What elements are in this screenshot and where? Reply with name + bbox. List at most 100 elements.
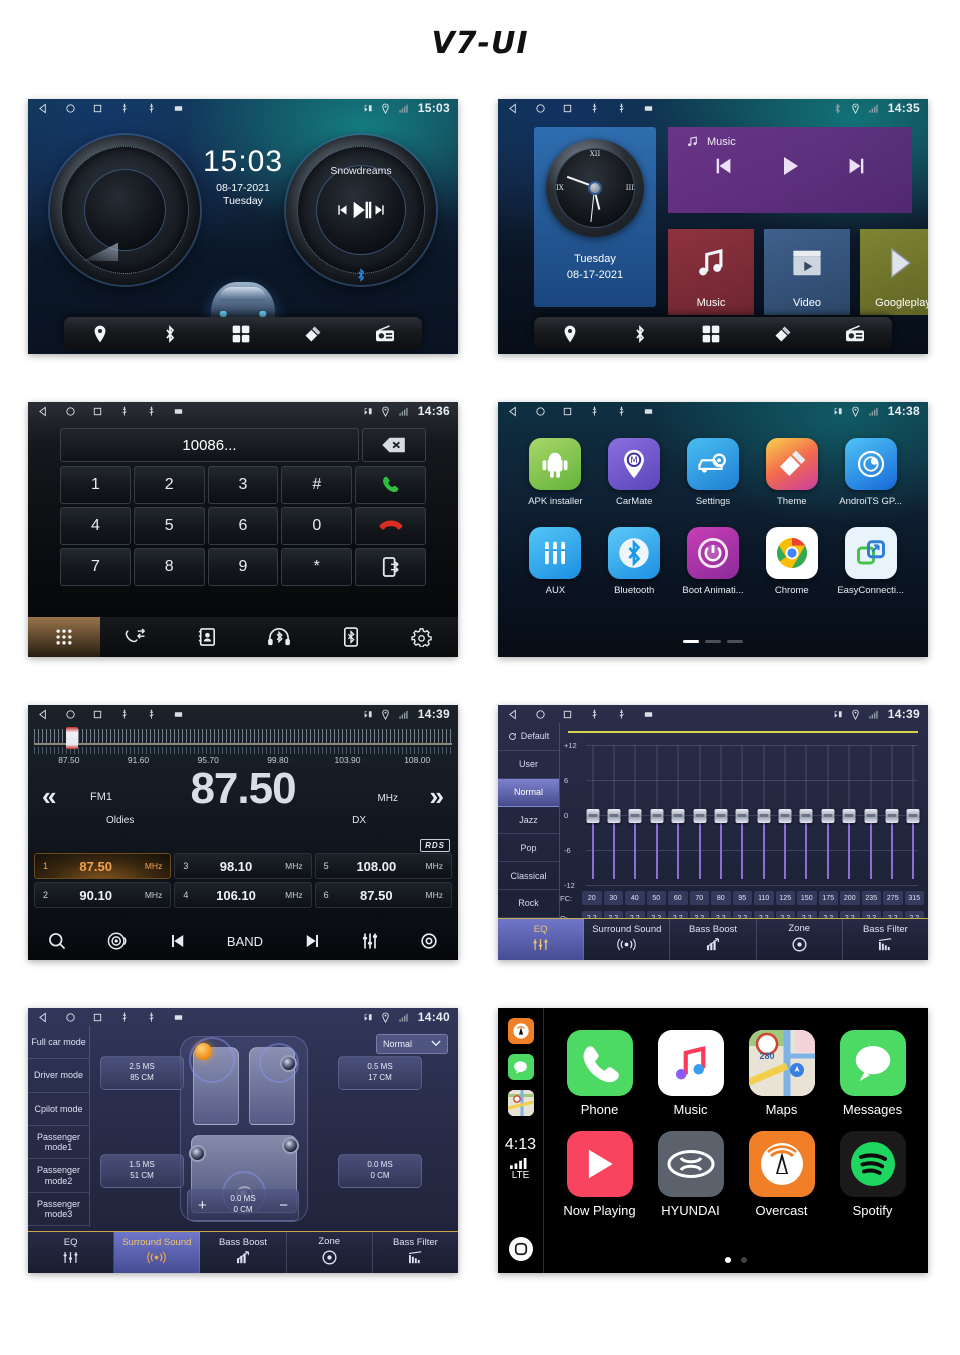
- app-boot-animation[interactable]: Boot Animati...: [674, 527, 753, 596]
- recents-square-icon[interactable]: [92, 709, 103, 720]
- key-9[interactable]: 9: [207, 548, 279, 586]
- fc-cell[interactable]: 200: [840, 891, 860, 905]
- eq-slider[interactable]: [625, 745, 646, 885]
- eq-slider[interactable]: [689, 745, 710, 885]
- tile-googleplay[interactable]: Googleplay: [860, 229, 928, 315]
- tuning-needle[interactable]: [66, 727, 78, 749]
- eq-preset-jazz[interactable]: Jazz: [498, 807, 559, 835]
- music-widget[interactable]: Music: [668, 127, 912, 213]
- fc-cell[interactable]: 50: [646, 891, 666, 905]
- recents-square-icon[interactable]: [562, 709, 573, 720]
- recents-square-icon[interactable]: [92, 103, 103, 114]
- fc-cell[interactable]: 275: [883, 891, 903, 905]
- eq-slider[interactable]: [668, 745, 689, 885]
- navigation-icon[interactable]: [90, 324, 110, 344]
- recents-square-icon[interactable]: [562, 406, 573, 417]
- eq-slider[interactable]: [753, 745, 774, 885]
- eq-preset-user[interactable]: User: [498, 751, 559, 779]
- eq-slider[interactable]: [796, 745, 817, 885]
- analog-clock-widget[interactable]: XII III IX Tuesday 08-17-2021: [534, 127, 656, 307]
- carplay-app-now-playing[interactable]: Now Playing: [554, 1131, 645, 1218]
- carplay-app-phone[interactable]: Phone: [554, 1030, 645, 1117]
- preset-1[interactable]: 1 87.50 MHz: [34, 853, 172, 879]
- messages-mini-icon[interactable]: [507, 1054, 534, 1080]
- navigation-icon[interactable]: [560, 324, 580, 344]
- play-icon[interactable]: [777, 154, 803, 183]
- eq-preset-pop[interactable]: Pop: [498, 834, 559, 863]
- eq-slider[interactable]: [582, 745, 603, 885]
- recents-square-icon[interactable]: [92, 406, 103, 417]
- call-green-icon[interactable]: [355, 466, 426, 504]
- key-0[interactable]: 0: [281, 507, 353, 545]
- page-dot[interactable]: [705, 640, 721, 643]
- back-triangle-icon[interactable]: [38, 1011, 49, 1023]
- band-button[interactable]: BAND: [227, 934, 263, 949]
- delay-rear-right[interactable]: 0.0 MS 0 CM: [338, 1154, 422, 1188]
- mode-driver[interactable]: Driver mode: [28, 1059, 89, 1093]
- preset-select[interactable]: Normal: [376, 1034, 448, 1054]
- fc-cell[interactable]: 60: [668, 891, 688, 905]
- dialed-number-display[interactable]: 10086...: [60, 428, 359, 462]
- eq-slider[interactable]: [710, 745, 731, 885]
- key-5[interactable]: 5: [133, 507, 205, 545]
- key-7[interactable]: 7: [60, 548, 131, 586]
- tab-surround-sound[interactable]: Surround Sound: [114, 1232, 201, 1273]
- eq-slider[interactable]: [903, 745, 924, 885]
- carplay-home-icon[interactable]: [508, 1237, 533, 1261]
- increase-button[interactable]: +: [198, 1197, 207, 1214]
- recents-square-icon[interactable]: [92, 1012, 103, 1023]
- delay-rear-left[interactable]: 1.5 MS 51 CM: [100, 1154, 184, 1188]
- next-track-icon[interactable]: [844, 155, 868, 182]
- back-triangle-icon[interactable]: [38, 102, 49, 114]
- eq-slider[interactable]: [839, 745, 860, 885]
- app-chrome[interactable]: Chrome: [752, 527, 831, 596]
- tab-eq[interactable]: EQ: [498, 919, 585, 960]
- home-circle-icon[interactable]: [535, 709, 546, 720]
- app-settings[interactable]: Settings: [674, 438, 753, 507]
- app-aux[interactable]: AUX: [516, 527, 595, 596]
- overcast-mini-icon[interactable]: [507, 1018, 534, 1044]
- phone-transfer-icon[interactable]: [355, 548, 426, 586]
- key-4[interactable]: 4: [60, 507, 131, 545]
- bluetooth-icon[interactable]: [161, 324, 179, 344]
- tab-surround-sound[interactable]: Surround Sound: [584, 919, 671, 960]
- preset-4[interactable]: 4 106.10 MHz: [174, 882, 312, 908]
- fc-cell[interactable]: 80: [711, 891, 731, 905]
- back-triangle-icon[interactable]: [38, 405, 49, 417]
- next-track-icon[interactable]: [302, 932, 322, 950]
- tab-bass-filter[interactable]: Bass Filter: [843, 919, 928, 960]
- eq-preset-default[interactable]: Default: [498, 723, 559, 751]
- preset-6[interactable]: 6 87.50 MHz: [314, 882, 452, 908]
- home-circle-icon[interactable]: [535, 103, 546, 114]
- equalizer-icon[interactable]: [360, 931, 380, 951]
- app-bluetooth[interactable]: Bluetooth: [595, 527, 674, 596]
- app-carmate[interactable]: M CarMate: [595, 438, 674, 507]
- keypad-tab[interactable]: [28, 617, 100, 657]
- apps-grid-icon[interactable]: [231, 324, 251, 344]
- bt-device-tab[interactable]: [315, 617, 387, 657]
- back-triangle-icon[interactable]: [508, 102, 519, 114]
- fc-cell[interactable]: 70: [689, 891, 709, 905]
- back-triangle-icon[interactable]: [38, 708, 49, 720]
- preset-5[interactable]: 5 108.00 MHz: [314, 853, 452, 879]
- mode-full-car[interactable]: Full car mode: [28, 1026, 89, 1060]
- radio-icon[interactable]: [374, 324, 396, 343]
- key-2[interactable]: 2: [133, 466, 205, 504]
- frequency-scale[interactable]: 87.50 91.60 95.70 99.80 103.90 108.00: [34, 727, 452, 765]
- volume-knob-left[interactable]: [50, 135, 200, 285]
- tab-zone[interactable]: Zone: [287, 1232, 373, 1273]
- eq-slider[interactable]: [646, 745, 667, 885]
- eq-preset-rock[interactable]: Rock: [498, 890, 559, 918]
- eq-slider[interactable]: [603, 745, 624, 885]
- mode-passenger-1[interactable]: Passenger mode1: [28, 1126, 89, 1160]
- hangup-red-icon[interactable]: [355, 507, 426, 545]
- maps-mini-icon[interactable]: [507, 1090, 534, 1116]
- tab-bass-boost[interactable]: Bass Boost: [200, 1232, 287, 1273]
- tab-bass-boost[interactable]: Bass Boost: [670, 919, 757, 960]
- fc-cell[interactable]: 95: [732, 891, 752, 905]
- app-theme[interactable]: Theme: [752, 438, 831, 507]
- music-knob-right[interactable]: Snowdreams: [286, 135, 436, 285]
- fc-cell[interactable]: 20: [582, 891, 602, 905]
- prev-track-icon[interactable]: [168, 932, 188, 950]
- key-6[interactable]: 6: [207, 507, 279, 545]
